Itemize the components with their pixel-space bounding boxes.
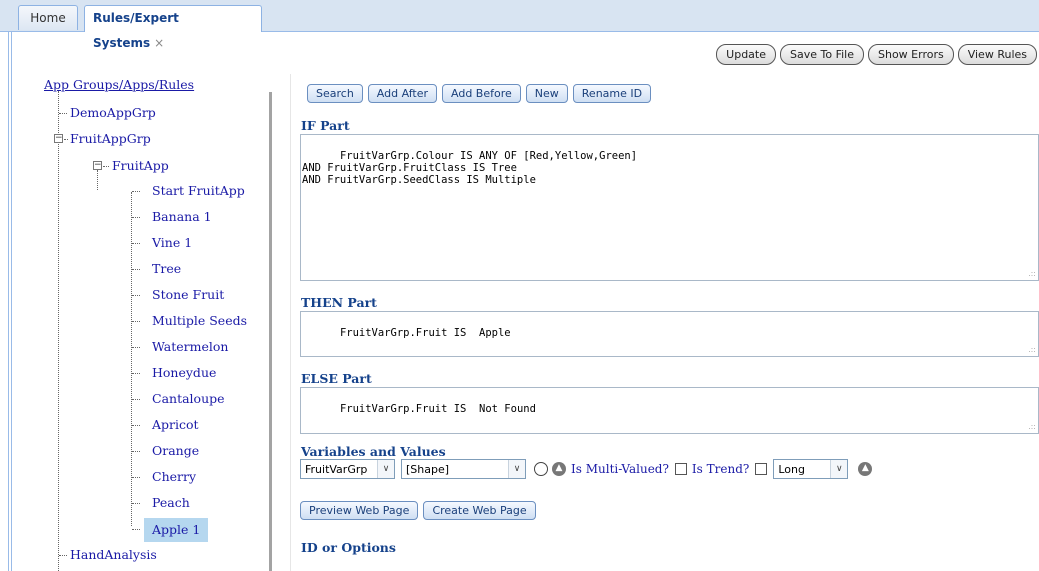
tree-connector <box>132 451 140 452</box>
tree-connector <box>132 425 140 426</box>
tab-rules-label: Rules/Expert Systems <box>93 11 179 50</box>
tree-connector <box>132 477 140 478</box>
view-rules-button[interactable]: View Rules <box>957 44 1037 65</box>
tree-connector <box>132 217 140 218</box>
else-part-textarea[interactable]: FruitVarGrp.Fruit IS Not Found .:: <box>300 387 1039 434</box>
tree-node-handanalysis[interactable]: HandAnalysis <box>70 544 157 566</box>
collapse-icon[interactable]: − <box>54 134 63 143</box>
rule-actions: Search Add After Add Before New Rename I… <box>307 84 652 103</box>
tree-connector <box>132 295 140 296</box>
tree-node-fruitapp[interactable]: FruitApp <box>112 155 169 177</box>
value-type-select[interactable]: Long ∨ <box>773 459 849 479</box>
main-toolbar: Update Save To File Show Errors View Rul… <box>716 44 1037 65</box>
id-options-label: ID or Options <box>301 540 396 555</box>
close-icon[interactable]: × <box>154 36 164 50</box>
tree-node-rule[interactable]: Peach <box>152 492 190 514</box>
tree-node-rule[interactable]: Stone Fruit <box>152 284 224 306</box>
resize-grip-icon[interactable]: .:: <box>1028 423 1036 431</box>
add-after-button[interactable]: Add After <box>367 84 438 103</box>
resize-grip-icon[interactable]: .:: <box>1028 270 1036 278</box>
tree-guide-line <box>58 91 59 571</box>
trend-checkbox[interactable] <box>755 463 768 475</box>
chevron-down-icon: ∨ <box>508 460 525 478</box>
tree-node-fruitappgrp[interactable]: FruitAppGrp <box>70 128 151 150</box>
multi-valued-checkbox[interactable] <box>674 463 687 475</box>
tree-node-demoappgrp[interactable]: DemoAppGrp <box>70 102 156 124</box>
web-page-actions: Preview Web Page Create Web Page <box>300 501 536 520</box>
tree-node-rule[interactable]: Cantaloupe <box>152 388 225 410</box>
refresh-icon[interactable] <box>534 462 548 476</box>
tree-connector <box>59 555 67 556</box>
tree-node-rule-selected[interactable]: Apple 1 <box>144 518 209 542</box>
if-part-textarea[interactable]: FruitVarGrp.Colour IS ANY OF [Red,Yellow… <box>300 134 1039 281</box>
left-border-inner <box>11 31 12 571</box>
preview-web-page-button[interactable]: Preview Web Page <box>300 501 419 520</box>
tree-node-rule[interactable]: Tree <box>152 258 181 280</box>
rename-id-button[interactable]: Rename ID <box>572 84 652 103</box>
new-button[interactable]: New <box>525 84 568 103</box>
create-web-page-button[interactable]: Create Web Page <box>423 501 536 520</box>
search-button[interactable]: Search <box>307 84 363 103</box>
add-before-button[interactable]: Add Before <box>442 84 521 103</box>
then-part-text: FruitVarGrp.Fruit IS Apple <box>339 327 511 339</box>
tree-connector <box>64 139 68 140</box>
pane-splitter[interactable] <box>269 92 272 571</box>
multi-valued-label: Is Multi-Valued? <box>571 462 669 476</box>
tree-connector <box>132 399 140 400</box>
tree-connector <box>132 347 140 348</box>
else-part-label: ELSE Part <box>301 371 372 386</box>
tree-connector <box>132 503 140 504</box>
tree-connector <box>132 373 140 374</box>
variable-group-value: FruitVarGrp <box>305 462 368 476</box>
else-part-text: FruitVarGrp.Fruit IS Not Found <box>339 403 536 415</box>
variable-group-select[interactable]: FruitVarGrp ∨ <box>300 459 395 479</box>
app-frame: Home Rules/Expert Systems × Update Save T… <box>0 0 1039 571</box>
if-part-label: IF Part <box>301 118 350 133</box>
tree-node-rule[interactable]: Orange <box>152 440 199 462</box>
up-arrow-icon[interactable]: ▲ <box>858 462 873 476</box>
tree-connector <box>132 191 140 192</box>
chevron-down-icon: ∨ <box>377 460 394 478</box>
tab-home-label: Home <box>30 11 66 25</box>
tree-node-rule[interactable]: Cherry <box>152 466 196 488</box>
tree-connector <box>132 321 140 322</box>
tree-node-rule[interactable]: Honeydue <box>152 362 216 384</box>
chevron-down-icon: ∨ <box>830 460 848 478</box>
tree-guide-line <box>97 170 98 190</box>
tree-connector <box>132 529 140 530</box>
trend-label: Is Trend? <box>691 462 750 476</box>
tree-node-rule[interactable]: Apricot <box>152 414 199 436</box>
tree-node-rule[interactable]: Multiple Seeds <box>152 310 247 332</box>
tree-connector <box>59 113 67 114</box>
save-to-file-button[interactable]: Save To File <box>780 44 864 65</box>
variables-label: Variables and Values <box>301 444 446 459</box>
up-arrow-icon[interactable]: ▲ <box>552 462 566 476</box>
tree-connector <box>132 243 140 244</box>
tree-node-rule[interactable]: Vine 1 <box>152 232 192 254</box>
tree-connector <box>103 166 109 167</box>
variable-value: [Shape] <box>406 462 450 476</box>
tree-connector <box>132 269 140 270</box>
tab-bar: Home Rules/Expert Systems × <box>0 0 1039 50</box>
resize-grip-icon[interactable]: .:: <box>1028 346 1036 354</box>
show-errors-button[interactable]: Show Errors <box>867 44 954 65</box>
tree-node-rule[interactable]: Watermelon <box>152 336 228 358</box>
variable-select[interactable]: [Shape] ∨ <box>401 459 526 479</box>
rule-editor: Search Add After Add Before New Rename I… <box>290 74 1039 571</box>
then-part-textarea[interactable]: FruitVarGrp.Fruit IS Apple .:: <box>300 311 1039 357</box>
collapse-icon[interactable]: − <box>93 161 102 170</box>
left-border <box>8 31 9 571</box>
variables-row: FruitVarGrp ∨ [Shape] ∨ ▲ Is Multi-Value… <box>300 458 873 480</box>
tree-node-rule[interactable]: Start FruitApp <box>152 180 245 202</box>
if-part-text: FruitVarGrp.Colour IS ANY OF [Red,Yellow… <box>302 150 638 186</box>
value-type-value: Long <box>778 462 805 476</box>
then-part-label: THEN Part <box>301 295 377 310</box>
tab-home[interactable]: Home <box>18 5 78 30</box>
tab-rules-expert-systems[interactable]: Rules/Expert Systems × <box>84 5 262 50</box>
update-button[interactable]: Update <box>716 44 776 65</box>
tree-root[interactable]: App Groups/Apps/Rules <box>44 74 194 96</box>
tree-node-rule[interactable]: Banana 1 <box>152 206 212 228</box>
rules-tree: App Groups/Apps/Rules DemoAppGrp − Fruit… <box>40 74 270 571</box>
